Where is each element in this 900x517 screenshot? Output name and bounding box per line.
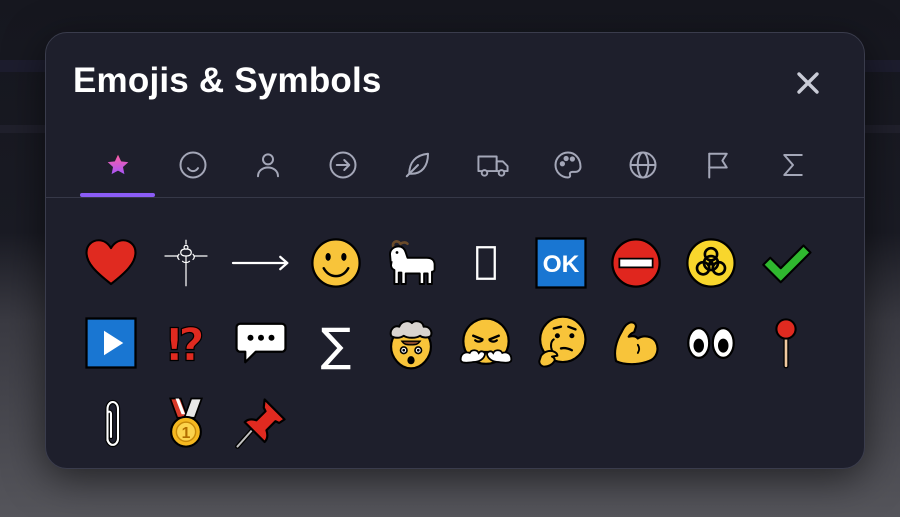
close-icon (797, 72, 819, 94)
ornament-symbol-icon (163, 239, 208, 287)
emoji-grid: OK ⁉ ∑ 1 (73, 223, 853, 463)
emoji-picker-dialog: Emojis & Symbols OK ⁉ ∑ 1 (45, 32, 865, 469)
emoji-pushpin[interactable] (223, 383, 298, 463)
emoji-empty-rectangle[interactable] (448, 223, 523, 303)
tab-travel[interactable] (455, 133, 530, 197)
play-button-icon (84, 317, 137, 369)
tab-activities[interactable] (530, 133, 605, 197)
close-button[interactable] (788, 63, 828, 103)
emoji-exclamation-question-mark[interactable]: ⁉ (148, 303, 223, 383)
emoji-speech-bubble[interactable] (223, 303, 298, 383)
smiling-face-icon (310, 238, 361, 288)
tab-smileys[interactable] (155, 133, 230, 197)
leaf-icon (405, 152, 429, 178)
long-right-arrow-icon (231, 255, 288, 271)
first-place-medal-icon: 1 (168, 397, 203, 448)
emoji-long-right-arrow[interactable] (223, 223, 298, 303)
round-pushpin-icon (774, 318, 797, 369)
tab-flags[interactable] (680, 133, 755, 197)
smiley-icon (179, 151, 206, 179)
emoji-face-with-steam[interactable] (448, 303, 523, 383)
globe-icon (629, 151, 656, 179)
truck-icon (476, 155, 509, 177)
speech-bubble-icon (234, 322, 287, 364)
star-icon (107, 154, 128, 175)
biohazard-icon (685, 238, 736, 288)
goat-icon (388, 240, 436, 285)
tab-places[interactable] (605, 133, 680, 197)
palette-icon (554, 151, 582, 179)
arrow-circle-icon (329, 151, 356, 179)
emoji-goat[interactable] (373, 223, 448, 303)
summation-icon: ∑ (320, 319, 351, 372)
no-entry-icon (610, 238, 661, 288)
exclamation-question-icon: ⁉ (166, 318, 205, 372)
flag-icon (707, 152, 728, 179)
exclamation-question-glyph: ⁉ (167, 319, 205, 372)
emoji-smiling-face[interactable] (298, 223, 373, 303)
summation-glyph: ∑ (320, 319, 351, 372)
emoji-play-button[interactable] (73, 303, 148, 383)
emoji-exploding-head[interactable] (373, 303, 448, 383)
flexed-biceps-icon (613, 321, 659, 366)
pushpin-icon (234, 398, 286, 449)
face-with-steam-icon (459, 317, 512, 365)
emoji-thinking-face[interactable] (523, 303, 598, 383)
sigma-icon (782, 154, 803, 176)
dialog-title: Emojis & Symbols (73, 61, 382, 100)
emoji-red-heart[interactable] (73, 223, 148, 303)
ok-button-label: OK (542, 251, 579, 278)
emoji-ok-button[interactable]: OK (523, 223, 598, 303)
emoji-flexed-biceps[interactable] (598, 303, 673, 383)
category-tabs (80, 133, 830, 197)
ok-button-icon: OK (534, 237, 587, 289)
emoji-summation[interactable]: ∑ (298, 303, 373, 383)
tabs-divider (46, 197, 864, 198)
emoji-round-pushpin[interactable] (748, 303, 823, 383)
medal-number: 1 (181, 425, 190, 442)
paperclip-icon (104, 399, 120, 448)
emoji-no-entry[interactable] (598, 223, 673, 303)
tab-favorites[interactable] (80, 133, 155, 197)
tab-nature[interactable] (380, 133, 455, 197)
emoji-biohazard[interactable] (673, 223, 748, 303)
red-heart-icon (84, 239, 137, 286)
exploding-head-icon (389, 320, 432, 370)
thinking-face-icon (537, 315, 587, 368)
emoji-eyes[interactable] (673, 303, 748, 383)
emoji-paperclip[interactable] (73, 383, 148, 463)
tab-math-symbols[interactable] (755, 133, 830, 197)
tab-people[interactable] (230, 133, 305, 197)
emoji-ornament-symbol[interactable] (148, 223, 223, 303)
eyes-icon (686, 326, 735, 360)
emoji-check-mark[interactable] (748, 223, 823, 303)
check-mark-icon (761, 244, 812, 284)
empty-rectangle-icon (475, 246, 496, 280)
emoji-first-place-medal[interactable]: 1 (148, 383, 223, 463)
tab-symbols-arrows[interactable] (305, 133, 380, 197)
person-icon (256, 153, 279, 178)
